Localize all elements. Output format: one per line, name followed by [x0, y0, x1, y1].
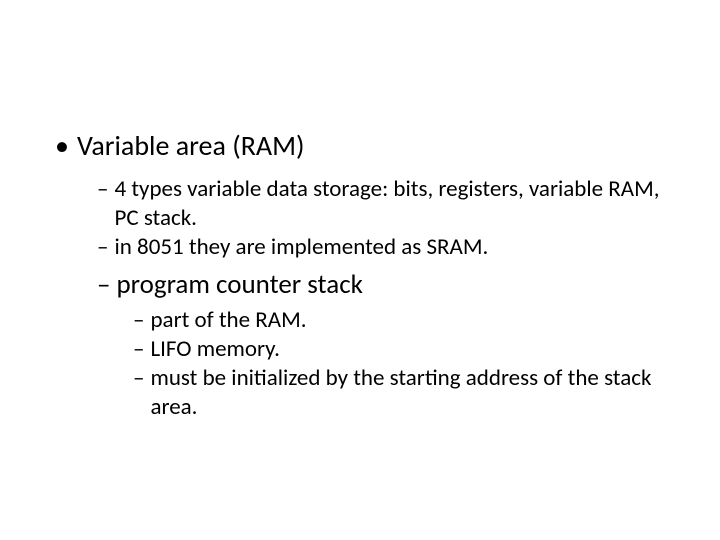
dash-icon: –: [97, 233, 114, 262]
level3-group: – part of the RAM. – LIFO memory. – must…: [133, 306, 680, 421]
bullet-level2-text: in 8051 they are implemented as SRAM.: [114, 233, 680, 262]
bullet-level3-text: part of the RAM.: [150, 306, 680, 335]
bullet-level2: – in 8051 they are implemented as SRAM.: [97, 233, 680, 262]
bullet-level2-emphasis: – program counter stack: [97, 267, 680, 302]
bullet-level1-text: Variable area (RAM): [77, 128, 305, 163]
dash-icon: –: [97, 267, 116, 302]
bullet-level2-text: 4 types variable data storage: bits, reg…: [114, 175, 680, 233]
bullet-level3-text: LIFO memory.: [150, 335, 680, 364]
level2-group: – 4 types variable data storage: bits, r…: [97, 175, 680, 261]
bullet-level2-emphasis-text: program counter stack: [116, 267, 362, 302]
dash-icon: –: [133, 335, 150, 364]
slide: •Variable area (RAM) – 4 types variable …: [0, 0, 720, 540]
bullet-level3: – LIFO memory.: [133, 335, 680, 364]
dash-icon: –: [133, 364, 150, 422]
bullet-level2: – 4 types variable data storage: bits, r…: [97, 175, 680, 233]
dash-icon: –: [97, 175, 114, 233]
bullet-dot-icon: •: [55, 128, 77, 163]
bullet-level3-text: must be initialized by the starting addr…: [150, 364, 680, 422]
bullet-level3: – must be initialized by the starting ad…: [133, 364, 680, 422]
bullet-level1: •Variable area (RAM): [55, 128, 680, 163]
bullet-level3: – part of the RAM.: [133, 306, 680, 335]
slide-body: •Variable area (RAM) – 4 types variable …: [55, 128, 680, 421]
dash-icon: –: [133, 306, 150, 335]
